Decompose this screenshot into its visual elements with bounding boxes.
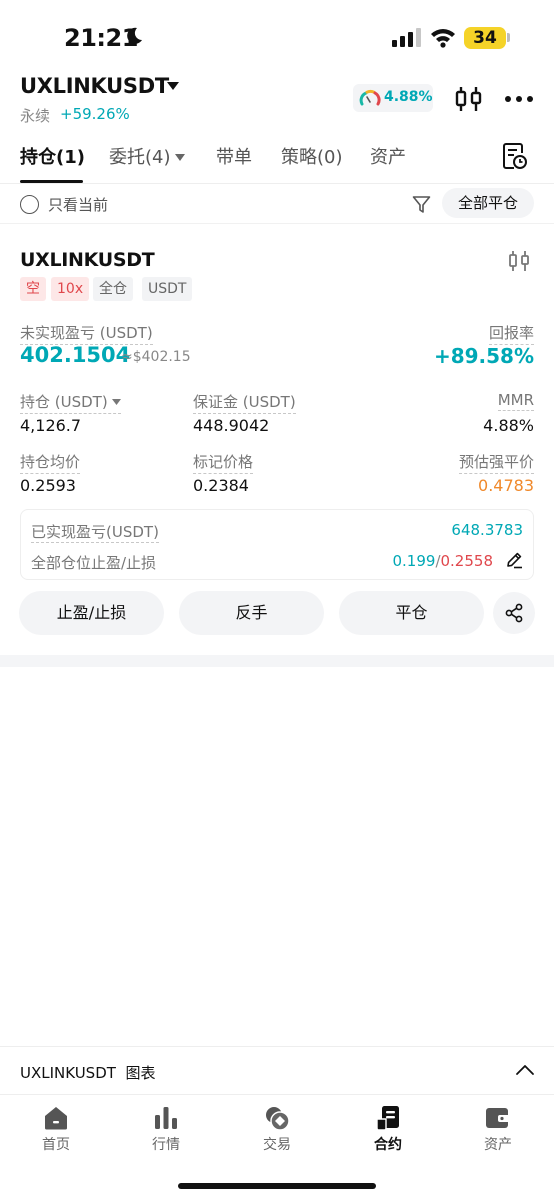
home-icon — [45, 1107, 67, 1130]
unrealized-pnl-label[interactable]: 未实现盈亏 (USDT) — [20, 322, 153, 345]
futures-icon — [376, 1106, 399, 1131]
home-indicator[interactable] — [178, 1183, 376, 1189]
tab-orders[interactable]: 委托(4) — [109, 143, 185, 169]
margin-label[interactable]: 保证金 (USDT) — [193, 391, 296, 414]
more-icon[interactable] — [505, 96, 533, 102]
edit-icon[interactable] — [505, 551, 523, 569]
position-tabs: 持仓(1) 委托(4) 带单 策略(0) 资产 — [0, 128, 554, 184]
wifi-icon — [431, 29, 455, 48]
nav-futures-label: 合约 — [374, 1137, 402, 1153]
nav-markets-label: 行情 — [152, 1137, 180, 1153]
caret-down-icon[interactable] — [166, 80, 180, 92]
liq-price-label[interactable]: 预估强平价 — [458, 451, 534, 474]
unrealized-pnl-usd: ≈$402.15 — [121, 349, 191, 365]
tpsl-button[interactable]: 止盈/止损 — [19, 591, 164, 635]
nav-assets[interactable]: 资产 — [443, 1095, 553, 1165]
battery-indicator: 34 — [464, 27, 506, 49]
side-tag: 空 — [20, 277, 46, 301]
tab-strategies[interactable]: 策略(0) — [281, 143, 343, 169]
risk-rate-chip[interactable]: 4.88% — [353, 84, 433, 112]
liq-price-value: 0.4783 — [478, 476, 534, 495]
moon-icon — [127, 27, 142, 44]
cellular-signal-icon — [392, 28, 421, 47]
filter-row: 只看当前 全部平仓 — [0, 184, 554, 224]
battery-nub — [507, 33, 510, 42]
mark-price-label[interactable]: 标记价格 — [193, 451, 254, 474]
only-current-radio[interactable] — [20, 195, 39, 214]
header: UXLINKUSDT 永续 +59.26% 4.88% — [0, 72, 554, 128]
nav-trade[interactable]: 交易 — [222, 1095, 332, 1165]
unrealized-pnl-value: 402.1504 — [20, 343, 131, 367]
gauge-icon — [359, 89, 381, 106]
position-size-value: 4,126.7 — [20, 416, 82, 435]
caret-down-icon — [111, 399, 121, 405]
take-profit-value: 0.199 — [392, 552, 436, 570]
settle-currency-tag: USDT — [142, 277, 193, 301]
bar-chart-icon — [155, 1107, 177, 1129]
reverse-button[interactable]: 反手 — [179, 591, 324, 635]
risk-rate-value: 4.88% — [384, 89, 433, 105]
trade-icon — [266, 1107, 290, 1131]
caret-down-icon — [174, 154, 185, 161]
chart-toggle-bar[interactable]: UXLINKUSDT 图表 — [0, 1046, 554, 1094]
nav-home-label: 首页 — [42, 1137, 70, 1153]
tab-positions[interactable]: 持仓(1) — [20, 143, 85, 169]
status-bar: 21:21 34 — [0, 0, 554, 72]
leverage-tag[interactable]: 10x — [51, 277, 90, 301]
roe-value: +89.58% — [433, 344, 534, 368]
nav-home[interactable]: 首页 — [1, 1095, 111, 1165]
tpsl-values: 0.199/0.2558 — [392, 552, 493, 570]
share-button[interactable] — [493, 592, 535, 634]
mark-price-value: 0.2384 — [193, 476, 249, 495]
position-symbol[interactable]: UXLINKUSDT — [20, 249, 155, 271]
history-records-icon[interactable] — [502, 142, 528, 170]
entry-price-label[interactable]: 持仓均价 — [20, 451, 81, 474]
position-size-label-text: 持仓 (USDT) — [20, 393, 108, 411]
nav-markets[interactable]: 行情 — [111, 1095, 221, 1165]
tab-assets[interactable]: 资产 — [370, 143, 406, 169]
chart-toggle-label: UXLINKUSDT 图表 — [20, 1064, 156, 1082]
mmr-label[interactable]: MMR — [497, 391, 534, 411]
margin-mode-tag[interactable]: 全仓 — [93, 277, 133, 301]
candlestick-chart-icon[interactable] — [508, 250, 530, 272]
nav-assets-label: 资产 — [484, 1137, 512, 1153]
filter-icon[interactable] — [412, 195, 431, 214]
roe-label[interactable]: 回报率 — [488, 322, 534, 345]
tab-copy-trading[interactable]: 带单 — [216, 143, 252, 169]
realized-pnl-value: 648.3783 — [451, 521, 523, 539]
close-position-button[interactable]: 平仓 — [339, 591, 484, 635]
section-divider — [0, 655, 554, 667]
only-current-label[interactable]: 只看当前 — [48, 194, 108, 215]
share-icon — [505, 603, 523, 623]
candlestick-chart-icon[interactable] — [455, 86, 483, 112]
realized-pnl-label[interactable]: 已实现盈亏(USDT) — [31, 521, 159, 543]
margin-value: 448.9042 — [193, 416, 270, 435]
entry-price-value: 0.2593 — [20, 476, 76, 495]
active-tab-indicator — [20, 180, 83, 183]
chevron-up-icon[interactable] — [515, 1064, 535, 1076]
nav-futures[interactable]: 合约 — [333, 1095, 443, 1165]
stop-loss-value: 0.2558 — [440, 552, 494, 570]
close-all-button[interactable]: 全部平仓 — [442, 188, 534, 218]
tab-orders-label: 委托(4) — [109, 147, 171, 168]
tpsl-label: 全部仓位止盈/止损 — [31, 554, 157, 572]
position-size-label[interactable]: 持仓 (USDT) — [20, 391, 121, 414]
mmr-value: 4.88% — [483, 416, 534, 435]
wallet-icon — [486, 1108, 510, 1128]
nav-trade-label: 交易 — [263, 1137, 291, 1153]
pair-selector[interactable]: UXLINKUSDT — [20, 74, 169, 98]
pnl-summary-box: 已实现盈亏(USDT) 648.3783 全部仓位止盈/止损 0.199/0.2… — [20, 509, 534, 580]
contract-type-label: 永续 — [20, 107, 51, 125]
price-change: +59.26% — [60, 105, 130, 123]
